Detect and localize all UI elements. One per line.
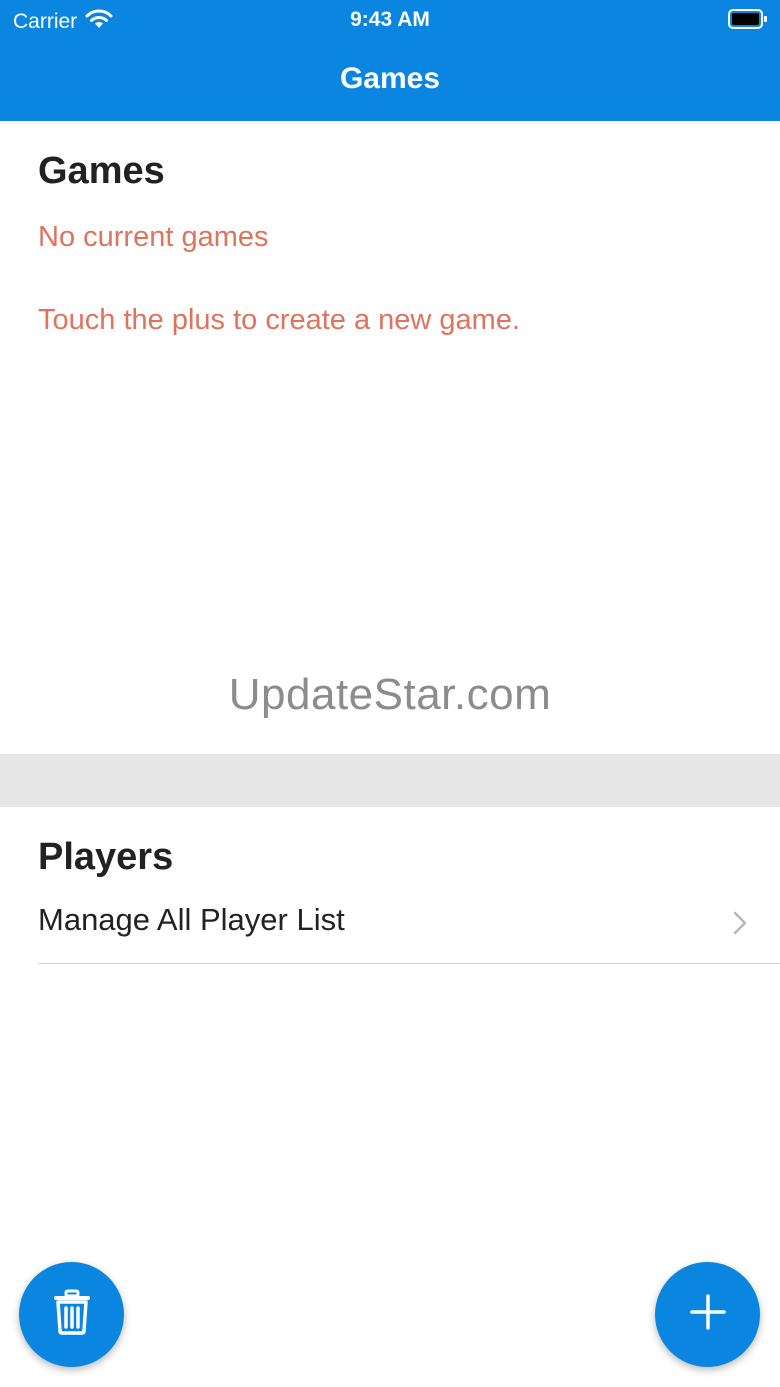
page-title: Games <box>339 62 441 95</box>
status-time: 9:43 AM <box>350 8 430 31</box>
watermark: UpdateStar.com <box>228 670 552 719</box>
players-section-title: Players <box>38 836 174 878</box>
section-divider <box>0 754 780 807</box>
chevron-right-icon <box>732 910 748 936</box>
delete-button[interactable] <box>19 1262 124 1367</box>
manage-players-row[interactable]: Manage All Player List <box>0 880 780 964</box>
battery-icon <box>728 9 768 29</box>
games-empty-message: No current games <box>38 221 269 253</box>
games-section-title: Games <box>38 150 165 192</box>
games-hint: Touch the plus to create a new game. <box>38 304 521 336</box>
row-separator <box>38 963 780 964</box>
trash-icon <box>52 1289 92 1340</box>
navigation-bar: Carrier 9:43 AM Games <box>0 0 780 121</box>
add-game-button[interactable] <box>655 1262 760 1367</box>
plus-icon <box>689 1294 726 1335</box>
list-item-label: Manage All Player List <box>38 902 345 937</box>
